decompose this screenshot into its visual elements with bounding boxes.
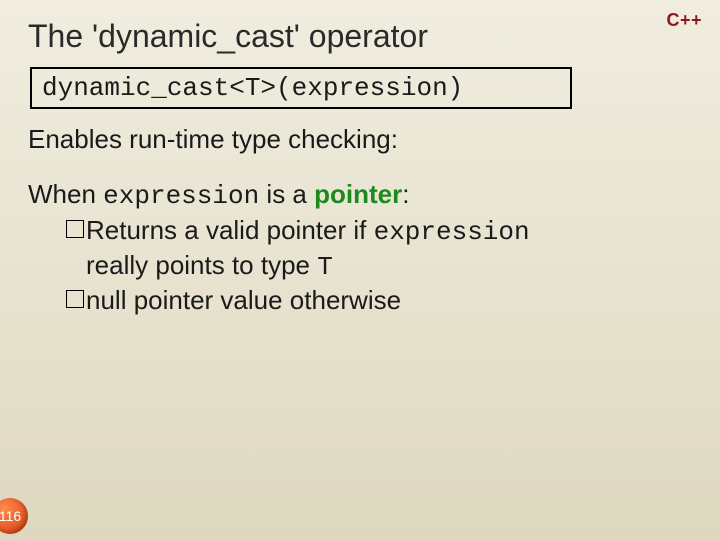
b1-part-a: Returns a valid pointer if — [86, 215, 374, 245]
body-text: Enables run-time type checking: When exp… — [28, 123, 692, 317]
bullet-1-text: Returns a valid pointer if expression — [86, 214, 692, 249]
syntax-box: dynamic_cast<T>(expression) — [30, 67, 572, 109]
enables-line: Enables run-time type checking: — [28, 123, 692, 156]
when-expression: expression — [103, 181, 259, 211]
bullet-1-continuation: really points to type T — [66, 249, 692, 284]
b1-part-b: really points to type — [86, 250, 317, 280]
slide-content: The 'dynamic_cast' operator dynamic_cast… — [0, 0, 720, 317]
bullet-2: null pointer value otherwise — [66, 284, 692, 317]
b1-expression: expression — [374, 217, 530, 247]
bullet-2-text: null pointer value otherwise — [86, 284, 692, 317]
syntax-code: dynamic_cast<T>(expression) — [42, 73, 463, 103]
page-number-badge: 116 — [0, 498, 28, 534]
bullet-list: Returns a valid pointer if expression re… — [28, 214, 692, 318]
language-logo: C++ — [666, 10, 702, 31]
slide-title: The 'dynamic_cast' operator — [28, 18, 692, 55]
when-line: When expression is a pointer: — [28, 178, 692, 213]
bullet-1: Returns a valid pointer if expression — [66, 214, 692, 249]
when-mid: is a — [259, 179, 314, 209]
bullet-icon — [66, 290, 84, 308]
bullet-icon — [66, 220, 84, 238]
when-prefix: When — [28, 179, 103, 209]
when-colon: : — [402, 179, 409, 209]
page-number: 116 — [0, 508, 21, 524]
when-pointer: pointer — [314, 179, 402, 209]
b1-type-T: T — [317, 252, 333, 282]
